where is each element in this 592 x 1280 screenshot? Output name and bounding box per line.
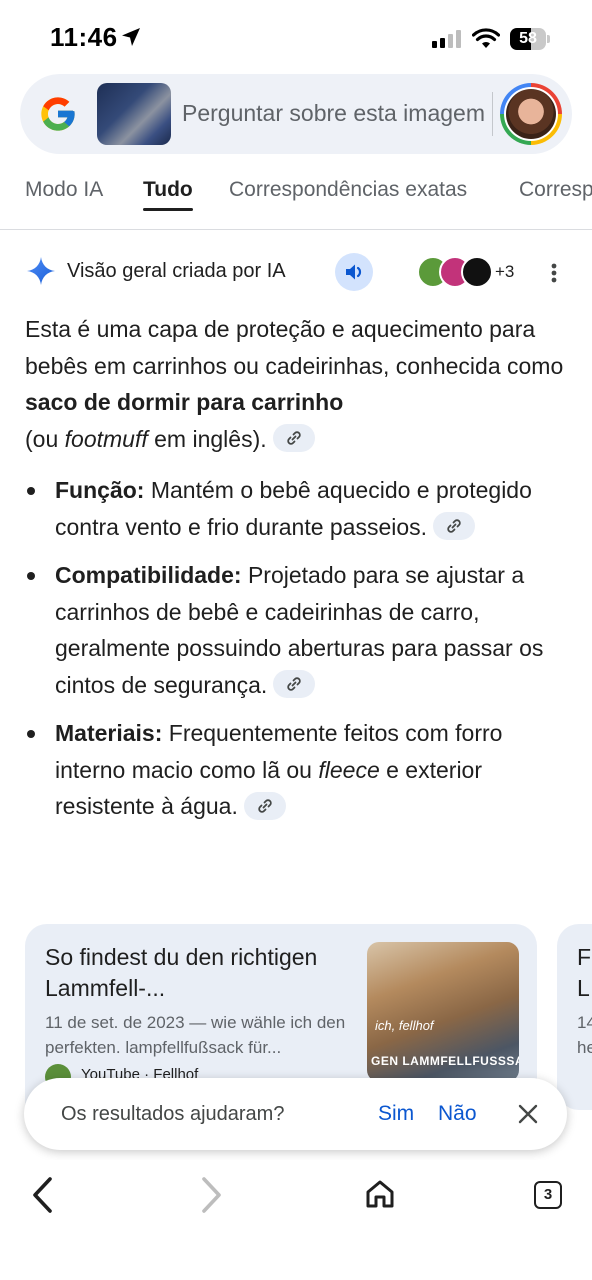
signal-icon (432, 30, 461, 48)
link-icon (447, 519, 461, 534)
feedback-yes-button[interactable]: Sim (378, 1102, 414, 1126)
feedback-question: Os resultados ajudaram? (61, 1103, 285, 1125)
more-options-icon[interactable] (544, 258, 564, 288)
tab-tudo[interactable]: Tudo (143, 178, 193, 202)
close-icon[interactable] (517, 1103, 539, 1125)
intro-text: Esta é uma capa de proteção e aqueciment… (25, 316, 564, 379)
forward-icon[interactable] (198, 1176, 224, 1214)
search-bar[interactable]: Perguntar sobre esta imagem (20, 74, 572, 154)
active-tab-indicator (143, 208, 193, 211)
feedback-toast: Os resultados ajudaram? Sim Não (24, 1078, 567, 1150)
tab-modo-ia[interactable]: Modo IA (25, 178, 103, 202)
listen-button[interactable] (335, 253, 373, 291)
card-image-caption-2: GEN LAMMFELLFUSSSACK (371, 1054, 519, 1068)
wifi-icon (472, 28, 500, 48)
card2-title-fragment: FL (577, 944, 592, 1001)
search-tabs: Modo IA Tudo Correspondências exatas Cor… (0, 168, 592, 230)
speaker-icon (346, 264, 362, 280)
ai-overview-header: Visão geral criada por IA +3 (0, 250, 592, 294)
bullet-term: Compatibilidade: (55, 562, 242, 588)
citation-link-button[interactable] (433, 512, 476, 541)
card-title[interactable]: So findest du den richtigen Lammfell-... (45, 942, 345, 1004)
battery-label: 58 (519, 30, 537, 47)
source-favicon-3 (461, 256, 493, 288)
sources-more-count: +3 (495, 262, 515, 281)
google-logo-icon[interactable] (38, 94, 78, 134)
status-bar: 11:46 58 (0, 0, 592, 78)
status-time: 11:46 (50, 22, 118, 52)
citation-link-button[interactable] (243, 791, 286, 820)
bullet-dot (27, 730, 35, 738)
tab-correspondencias-visuais[interactable]: Correspondências visuais (519, 178, 592, 202)
bottom-navigation: 3 (0, 1160, 592, 1280)
source-favicons[interactable]: +3 (417, 256, 517, 288)
search-input[interactable]: Perguntar sobre esta imagem (182, 100, 488, 127)
bullet-dot (27, 572, 35, 580)
avatar[interactable] (500, 83, 562, 145)
search-divider (492, 92, 493, 136)
sparkle-icon (27, 257, 55, 285)
location-arrow-icon (122, 28, 140, 46)
card-snippet: 11 de set. de 2023 — wie wähle ich den p… (45, 1013, 346, 1057)
query-image-thumbnail[interactable] (97, 83, 171, 145)
home-icon[interactable] (364, 1178, 396, 1210)
card-image-caption: ich, fellhof (375, 1018, 434, 1033)
tabs-count-button[interactable]: 3 (534, 1181, 562, 1209)
ai-overview-title: Visão geral criada por IA (67, 260, 286, 282)
feedback-no-button[interactable]: Não (438, 1102, 477, 1126)
list-item: Compatibilidade: Projetado para se ajust… (25, 557, 570, 703)
battery-icon: 58 (510, 28, 550, 50)
list-item: Função: Mantém o bebê aquecido e protegi… (25, 472, 570, 545)
card2-snippet-fragment: 14 he (577, 1013, 592, 1057)
link-icon (287, 677, 301, 692)
tab-correspondencias-exatas[interactable]: Correspondências exatas (229, 178, 467, 202)
back-icon[interactable] (30, 1176, 56, 1214)
result-card-next[interactable]: FL 14 he (557, 924, 592, 1110)
ai-overview-intro: Esta é uma capa de proteção e aqueciment… (25, 311, 570, 457)
ai-overview-bullets: Função: Mantém o bebê aquecido e protegi… (25, 472, 570, 837)
intro-text-3: em inglês). (147, 425, 267, 452)
bullet-term: Função: (55, 477, 145, 503)
intro-bold-term: saco de dormir para carrinho (25, 389, 344, 415)
list-item: Materiais: Frequentemente feitos com for… (25, 715, 570, 825)
bullet-term: Materiais: (55, 720, 163, 746)
link-icon (258, 799, 272, 813)
intro-italic-term: footmuff (64, 425, 148, 452)
intro-text-2: (ou (25, 425, 65, 452)
bullet-dot (27, 487, 35, 495)
bullet-italic-term: fleece (318, 756, 380, 783)
citation-link-button[interactable] (272, 424, 315, 453)
card-thumbnail-image[interactable]: ich, fellhof GEN LAMMFELLFUSSSACK (367, 942, 519, 1082)
citation-link-button[interactable] (273, 670, 316, 699)
link-icon (286, 431, 301, 446)
